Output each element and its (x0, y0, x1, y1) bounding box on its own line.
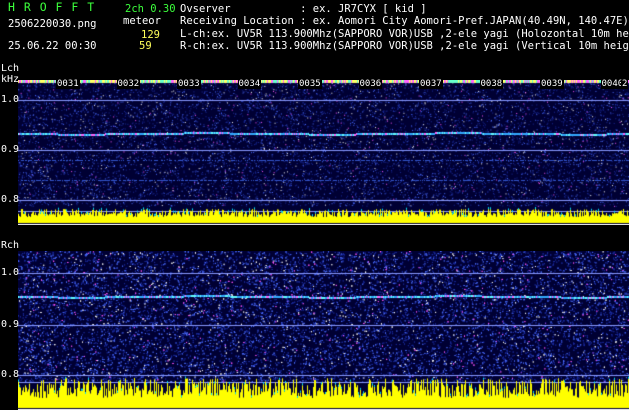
file-name: 2506220030.png (8, 18, 97, 30)
lch-label: Lch (1, 63, 20, 74)
lch-info-line: L-ch:ex. UV5R 113.900Mhz(SAPPORO VOR)USB… (180, 28, 629, 40)
time-marker-0038: 0038 (479, 79, 504, 89)
observer-line: Ovserver : ex. JR7CYX [ kid ] (180, 3, 427, 15)
rch-tick-label-2: 0.9 (1, 319, 20, 330)
lch-panel: Lch kHz 1.0 0.9 0.8 0031 0032 0033 0034 0035… (0, 62, 629, 232)
rch-tick-label-1: 1.0 (1, 267, 20, 278)
time-marker-0032: 0032 (116, 79, 141, 89)
app-title: H R O F F T (8, 0, 96, 14)
time-marker-0037: 0037 (419, 79, 443, 89)
time-marker-0034: 0034 (237, 79, 262, 89)
lch-count: 129 (141, 29, 160, 41)
time-marker-0035: 0035 (298, 79, 322, 89)
datetime: 25.06.22 00:30 (8, 40, 97, 52)
lch-spectrogram (18, 80, 629, 225)
lch-tick-label-1: 1.0 (1, 94, 20, 105)
time-marker-0039: 0039 (540, 79, 564, 89)
time-marker-trailing: 2 (621, 79, 629, 89)
rch-label: Rch (1, 240, 20, 251)
mode-label: meteor (123, 15, 161, 27)
rch-spectrogram (18, 251, 629, 410)
channel-mode: 2ch 0.30 (125, 3, 176, 15)
lch-unit: kHz (1, 74, 20, 85)
rch-tick-label-3: 0.8 (1, 369, 20, 380)
lch-tick-label-2: 0.9 (1, 144, 20, 155)
rch-info-line: R-ch:ex. UV5R 113.900Mhz(SAPPORO VOR)USB… (180, 40, 629, 52)
time-marker-0031: 0031 (56, 79, 80, 89)
rch-count: 59 (139, 40, 152, 52)
time-marker-0033: 0033 (177, 79, 201, 89)
rch-panel: Rch 1.0 0.9 0.8 (0, 237, 629, 410)
time-marker-0036: 0036 (358, 79, 383, 89)
location-line: Receiving Location : ex. Aomori City Aom… (180, 15, 629, 27)
lch-tick-label-3: 0.8 (1, 194, 20, 205)
